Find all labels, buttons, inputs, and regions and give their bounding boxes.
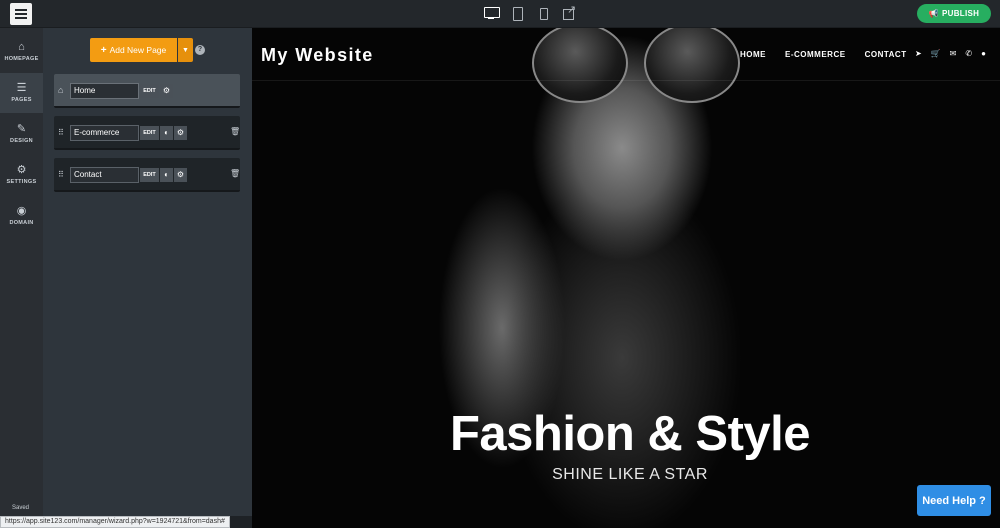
top-toolbar: 📢 PUBLISH [0,0,1000,28]
site-nav-ecommerce[interactable]: E-COMMERCE [785,50,846,59]
site-nav: HOME E-COMMERCE CONTACT [740,50,907,59]
user-icon[interactable]: ● [981,49,986,58]
globe-icon: ◉ [16,205,27,217]
send-icon[interactable]: ➤ [915,49,922,58]
page-row-contact[interactable]: ⠿ Contact EDIT ◐ ⚙ 🗑 [54,158,240,192]
add-new-page-group: + Add New Page ▼ [90,38,193,62]
page-row-home[interactable]: ⌂ Home EDIT ⚙ [54,74,240,108]
gear-icon[interactable]: ⚙ [160,84,173,98]
menu-logo-icon[interactable] [10,3,32,25]
device-preview-switcher [484,3,576,21]
palette-icon[interactable]: ◐ [160,126,173,140]
publish-button[interactable]: 📢 PUBLISH [917,4,991,23]
plus-icon: + [100,44,107,56]
sidebar-item-settings[interactable]: ⚙ SETTINGS [0,155,43,195]
question-icon[interactable]: ? [195,45,205,55]
pages-icon: ☰ [16,82,27,94]
sidebar-item-label: PAGES [11,97,32,103]
home-icon: ⌂ [18,41,25,53]
left-sidebar-nav: ⌂ HOMEPAGE ☰ PAGES ✎ DESIGN ⚙ SETTINGS ◉… [0,28,43,516]
sidebar-item-design[interactable]: ✎ DESIGN [0,114,43,154]
header-divider [252,80,1000,81]
sidebar-item-homepage[interactable]: ⌂ HOMEPAGE [0,32,43,72]
page-name-field[interactable]: Contact [70,167,139,183]
edit-page-button[interactable]: EDIT [140,126,159,140]
sidebar-item-label: HOMEPAGE [4,56,39,62]
home-icon: ⌂ [58,85,64,95]
mobile-icon[interactable] [536,6,550,20]
site-nav-home[interactable]: HOME [740,50,766,59]
add-page-dropdown-button[interactable]: ▼ [178,38,193,62]
site-title[interactable]: My Website [261,45,374,66]
brush-icon: ✎ [16,123,27,135]
drag-handle-icon[interactable]: ⠿ [58,128,64,137]
sidebar-item-label: DESIGN [10,138,33,144]
external-link-icon[interactable] [562,3,576,20]
sidebar-item-label: DOMAIN [9,220,34,226]
caret-down-icon: ▼ [182,46,189,54]
edit-page-button[interactable]: EDIT [140,168,159,182]
page-name-field[interactable]: Home [70,83,139,99]
status-bar-url: https://app.site123.com/manager/wizard.p… [0,516,230,528]
sidebar-item-domain[interactable]: ◉ DOMAIN [0,196,43,236]
drag-handle-icon[interactable]: ⠿ [58,170,64,179]
site-nav-contact[interactable]: CONTACT [865,50,907,59]
gear-icon[interactable]: ⚙ [174,126,187,140]
gear-icon: ⚙ [16,164,27,176]
gear-icon[interactable]: ⚙ [174,168,187,182]
envelope-icon[interactable]: ✉ [950,49,957,58]
phone-icon[interactable]: ✆ [965,49,972,58]
sidebar-item-pages[interactable]: ☰ PAGES [0,73,43,113]
need-help-button[interactable]: Need Help ? [917,485,991,516]
page-name-field[interactable]: E-commerce [70,125,139,141]
edit-page-button[interactable]: EDIT [140,84,159,98]
saved-status: Saved [12,505,30,511]
hero-title[interactable]: Fashion & Style [445,406,815,462]
tablet-icon[interactable] [510,6,524,21]
hero-subtitle[interactable]: SHINE LIKE A STAR [445,466,815,484]
trash-icon[interactable]: 🗑 [230,127,240,136]
palette-icon[interactable]: ◐ [160,168,173,182]
page-row-ecommerce[interactable]: ⠿ E-commerce EDIT ◐ ⚙ 🗑 [54,116,240,150]
megaphone-icon: 📢 [928,9,940,18]
site-preview: My Website HOME E-COMMERCE CONTACT ➤ 🛒 ✉… [252,28,1000,528]
sidebar-item-label: SETTINGS [6,179,37,185]
hero-photo-left-lens [532,28,628,103]
trash-icon[interactable]: 🗑 [230,169,240,178]
hero-photo-right-lens [644,28,740,103]
cart-icon[interactable]: 🛒 [931,49,941,58]
site-nav-icons: ➤ 🛒 ✉ ✆ ● [915,49,986,58]
desktop-icon[interactable] [484,6,500,20]
publish-label: PUBLISH [942,9,980,18]
add-new-page-label: Add New Page [109,45,167,55]
add-new-page-button[interactable]: + Add New Page [90,38,177,62]
